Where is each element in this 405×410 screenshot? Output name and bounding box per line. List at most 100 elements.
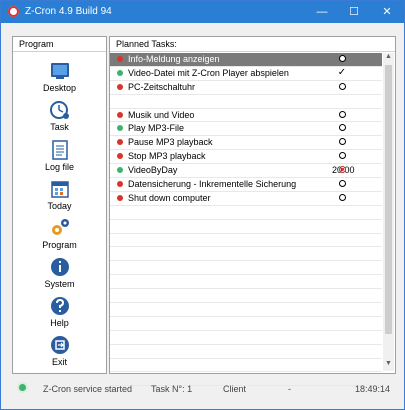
nav-task[interactable]: Task xyxy=(13,100,106,138)
task-number: Task N°: 1 xyxy=(151,384,193,394)
nav-help-label: Help xyxy=(50,318,69,328)
task-name: Datensicherung - Inkrementelle Sicherung xyxy=(128,179,297,190)
task-state[interactable] xyxy=(336,150,348,161)
app-window: Z-Cron 4.9 Build 94 — ☐ ✕ Program Deskto… xyxy=(0,0,405,410)
service-status-icon xyxy=(19,384,26,391)
nav-task-label: Task xyxy=(50,122,69,132)
task-radio-icon[interactable] xyxy=(338,124,346,132)
gears-icon xyxy=(51,219,69,235)
task-row[interactable]: Datensicherung - Inkrementelle Sicherung xyxy=(110,178,382,192)
nav-program-label: Program xyxy=(42,240,77,250)
nav-system[interactable]: System xyxy=(13,257,106,295)
task-radio-icon[interactable] xyxy=(338,180,346,188)
task-status-dot-icon xyxy=(117,56,123,62)
task-row[interactable]: PC-Zeitschaltuhr xyxy=(110,81,382,95)
task-active-radio-icon[interactable] xyxy=(338,166,346,174)
task-status-dot-icon xyxy=(117,139,123,146)
empty-row xyxy=(110,261,382,276)
task-status-dot-icon xyxy=(117,167,123,174)
empty-row xyxy=(110,345,382,359)
task-radio-icon[interactable] xyxy=(338,152,346,160)
service-status-text: Z-Cron service started xyxy=(43,384,133,394)
status-bar: Z-Cron service started Task N°: 1 Client… xyxy=(1,379,404,399)
task-row[interactable]: Pause MP3 playback xyxy=(110,136,382,151)
scroll-thumb[interactable] xyxy=(385,65,392,334)
task-radio-icon[interactable] xyxy=(338,110,346,118)
nav-today[interactable]: Today xyxy=(13,179,106,217)
task-row[interactable]: Shut down computer xyxy=(110,192,382,206)
task-row[interactable]: Play MP3-File xyxy=(110,122,382,137)
task-name: Info-Meldung anzeigen xyxy=(128,54,220,64)
task-status-dot-icon xyxy=(117,69,123,76)
task-done-check-icon[interactable]: ✓ xyxy=(336,67,348,79)
task-state[interactable] xyxy=(336,81,348,92)
empty-row xyxy=(110,220,382,234)
task-status-dot-icon xyxy=(117,125,123,132)
task-state[interactable] xyxy=(336,164,348,175)
client-label: Client xyxy=(223,384,247,394)
help-icon xyxy=(50,297,69,315)
empty-row xyxy=(110,317,382,331)
nav-log-file-label: Log file xyxy=(44,162,75,172)
task-row xyxy=(110,95,382,109)
task-list: Info-Meldung anzeigen Video-Datei mit Z-C… xyxy=(110,53,382,387)
task-state[interactable] xyxy=(336,192,348,203)
nav-exit-label: Exit xyxy=(51,357,67,367)
task-row[interactable]: Info-Meldung anzeigen xyxy=(110,53,382,67)
task-clock-icon xyxy=(49,101,69,119)
task-name: Musik und Video xyxy=(128,109,195,120)
task-radio-icon[interactable] xyxy=(338,82,346,90)
task-radio-icon[interactable] xyxy=(338,193,346,201)
app-logo-icon xyxy=(8,6,19,17)
task-name: Play MP3-File xyxy=(128,123,185,134)
task-name: Stop MP3 playback xyxy=(128,151,206,162)
task-status-dot-icon xyxy=(117,111,123,118)
nav-desktop-label: Desktop xyxy=(42,83,77,93)
task-state[interactable] xyxy=(336,178,348,189)
maximize-button[interactable]: ☐ xyxy=(339,1,369,23)
empty-row xyxy=(110,289,382,304)
empty-row xyxy=(110,303,382,317)
task-row[interactable]: Musik und Video xyxy=(110,109,382,123)
status-separator: - xyxy=(288,384,291,394)
minimize-button[interactable]: — xyxy=(307,1,337,23)
nav-program[interactable]: Program xyxy=(13,218,106,256)
task-radio-icon[interactable] xyxy=(338,55,346,62)
task-status-dot-icon xyxy=(117,83,123,90)
window-title: Z-Cron 4.9 Build 94 xyxy=(25,6,112,17)
nav-system-label: System xyxy=(44,279,75,289)
task-row[interactable]: Stop MP3 playback xyxy=(110,150,382,165)
task-list-scrollbar[interactable]: ▲ ▼ xyxy=(383,53,394,371)
task-state[interactable] xyxy=(336,109,348,120)
nav-exit[interactable]: Exit xyxy=(13,335,106,373)
nav-desktop[interactable]: Desktop xyxy=(13,61,106,99)
nav-log-file[interactable]: Log file xyxy=(13,140,106,178)
desktop-icon xyxy=(50,63,69,79)
empty-row xyxy=(110,275,382,290)
nav-help[interactable]: Help xyxy=(13,296,106,334)
program-sidebar: Program Desktop Task Log file Today Prog… xyxy=(12,36,107,374)
empty-row xyxy=(110,331,382,345)
nav-today-label: Today xyxy=(47,201,72,211)
task-state[interactable] xyxy=(336,136,348,147)
task-name: Pause MP3 playback xyxy=(128,137,213,148)
task-name: Shut down computer xyxy=(128,192,211,203)
task-row[interactable]: VideoByDay 20:00 xyxy=(110,164,382,179)
planned-tasks-panel: Planned Tasks: Info-Meldung anzeigen Vide… xyxy=(109,36,396,387)
task-name: PC-Zeitschaltuhr xyxy=(128,81,196,92)
scroll-up-icon[interactable]: ▲ xyxy=(383,53,394,64)
task-state[interactable] xyxy=(336,53,348,64)
empty-row xyxy=(110,206,382,220)
task-row[interactable]: Video-Datei mit Z-Cron Player abspielen ✓ xyxy=(110,67,382,81)
scroll-down-icon[interactable]: ▼ xyxy=(383,360,394,371)
calendar-icon xyxy=(50,181,69,198)
empty-row xyxy=(110,359,382,373)
sidebar-header: Program xyxy=(13,37,106,52)
log-file-icon xyxy=(51,140,68,160)
task-radio-icon[interactable] xyxy=(338,138,346,146)
close-button[interactable]: ✕ xyxy=(372,1,402,23)
task-state[interactable] xyxy=(336,122,348,133)
tasks-header: Planned Tasks: xyxy=(110,37,395,52)
task-name: Video-Datei mit Z-Cron Player abspielen xyxy=(128,67,289,78)
exit-icon xyxy=(50,336,69,354)
